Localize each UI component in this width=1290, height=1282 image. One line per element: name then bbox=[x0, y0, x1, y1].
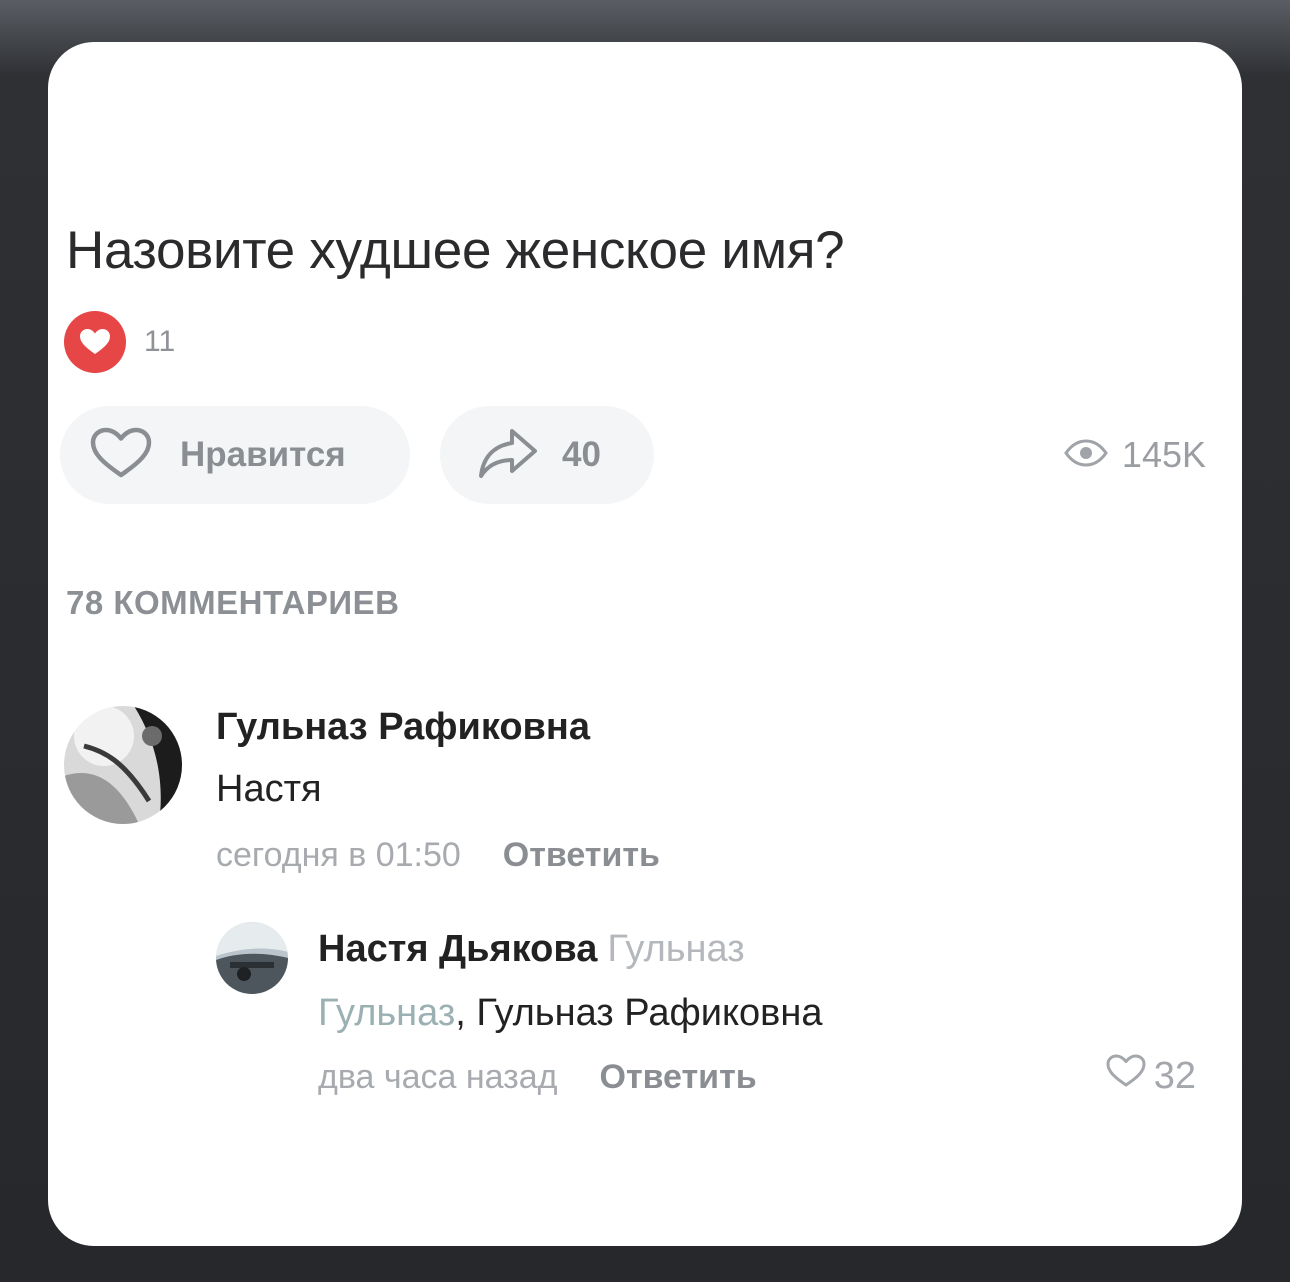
share-button[interactable]: 40 bbox=[440, 406, 654, 504]
reply-author: Настя Дьякова Гульназ bbox=[318, 928, 745, 971]
reply-text-body: , Гульназ Рафиковна bbox=[455, 992, 823, 1034]
mention-link[interactable]: Гульназ bbox=[318, 992, 455, 1034]
reply-time: два часа назад bbox=[318, 1058, 558, 1096]
reply-to-name[interactable]: Гульназ bbox=[607, 928, 744, 970]
share-count: 40 bbox=[562, 435, 601, 474]
post-card: Назовите худшее женское имя? 11 Нравится… bbox=[48, 42, 1242, 1246]
reaction-summary[interactable]: 11 bbox=[64, 310, 175, 374]
reply-like-button[interactable]: 32 bbox=[1106, 1054, 1196, 1098]
comment-author[interactable]: Гульназ Рафиковна bbox=[216, 706, 590, 749]
share-arrow-icon bbox=[478, 427, 538, 484]
reply-text: Гульназ, Гульназ Рафиковна bbox=[318, 992, 822, 1035]
reply-button[interactable]: Ответить bbox=[503, 836, 660, 875]
reply-like-count: 32 bbox=[1153, 1054, 1196, 1097]
comments-count-header: 78 КОММЕНТАРИЕВ bbox=[66, 584, 400, 621]
reply-meta: два часа назад Ответить bbox=[318, 1058, 757, 1097]
views-counter: 145K bbox=[1064, 434, 1206, 476]
comment-text: Настя bbox=[216, 768, 322, 810]
heart-reaction-icon bbox=[64, 311, 126, 373]
reply-author-name[interactable]: Настя Дьякова bbox=[318, 928, 597, 970]
comment-time: сегодня в 01:50 bbox=[216, 836, 461, 874]
reaction-count: 11 bbox=[144, 325, 176, 358]
avatar[interactable] bbox=[64, 706, 182, 824]
views-count: 145K bbox=[1121, 434, 1206, 475]
heart-outline-icon bbox=[1106, 1054, 1146, 1098]
post-title: Назовите худшее женское имя? bbox=[66, 221, 845, 280]
heart-outline-icon bbox=[90, 427, 152, 484]
comment-meta: сегодня в 01:50 Ответить bbox=[216, 836, 660, 875]
avatar[interactable] bbox=[216, 922, 288, 994]
like-label: Нравится bbox=[180, 435, 346, 474]
eye-icon bbox=[1064, 438, 1108, 472]
reply-button[interactable]: Ответить bbox=[600, 1058, 757, 1097]
like-button[interactable]: Нравится bbox=[60, 406, 410, 504]
